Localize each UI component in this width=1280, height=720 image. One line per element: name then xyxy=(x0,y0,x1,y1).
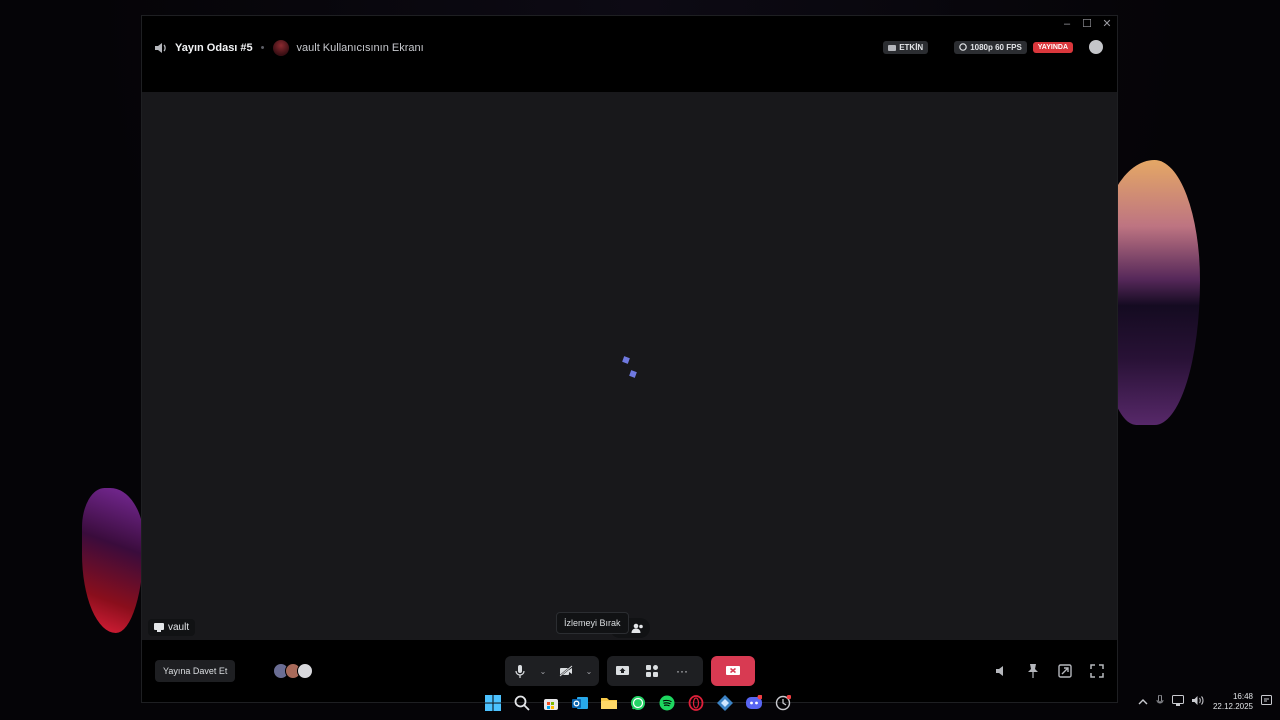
microphone-icon xyxy=(515,664,525,678)
chevron-down-icon[interactable]: ⌄ xyxy=(581,656,597,686)
streamer-name: vault xyxy=(168,622,190,633)
quality-badge-label: 1080p 60 FPS xyxy=(970,42,1022,52)
clock-date: 22.12.2025 xyxy=(1212,702,1253,711)
fullscreen-icon[interactable] xyxy=(1087,656,1107,686)
chat-icon[interactable] xyxy=(1089,40,1103,54)
breadcrumb: Yayın Odası #5 • vault Kullanıcısının Ek… xyxy=(154,40,424,56)
viewer-avatars[interactable] xyxy=(273,663,313,679)
stream-stage: vault xyxy=(142,92,1117,642)
titlebar: – ☐ ✕ Yayın Odası #5 • vault Kullanıcısı… xyxy=(142,16,1117,92)
volume-icon[interactable] xyxy=(991,656,1011,686)
camera-button[interactable] xyxy=(551,656,581,686)
screen-share-icon xyxy=(154,623,164,632)
wallpaper-shape-left xyxy=(82,488,144,633)
view-controls xyxy=(991,656,1107,686)
more-options-button[interactable]: ··· xyxy=(667,656,697,686)
screen-title: vault Kullanıcısının Ekranı xyxy=(296,42,424,54)
loading-indicator-dot xyxy=(629,370,637,378)
activity-badge[interactable]: ETKİN xyxy=(883,40,929,54)
share-screen-button[interactable] xyxy=(607,656,637,686)
stream-window: – ☐ ✕ Yayın Odası #5 • vault Kullanıcısı… xyxy=(141,15,1118,703)
clock[interactable]: 16:48 22.12.2025 xyxy=(1213,692,1253,712)
volume-tray-icon[interactable] xyxy=(1191,695,1205,709)
stop-watching-tooltip: İzlemeyi Bırak xyxy=(556,612,629,634)
media-controls: ⌄ ⌄ xyxy=(505,656,599,686)
opera-gx-icon[interactable] xyxy=(686,693,706,713)
share-screen-icon xyxy=(615,665,629,675)
chevron-down-icon[interactable]: ⌄ xyxy=(535,656,551,686)
invite-button[interactable]: Yayına Davet Et xyxy=(155,660,236,682)
activity-icon xyxy=(888,44,897,51)
whatsapp-icon[interactable] xyxy=(628,693,648,713)
clock-app-icon[interactable] xyxy=(773,693,793,713)
viewer-avatar xyxy=(297,663,313,679)
file-explorer-icon[interactable] xyxy=(599,693,619,713)
microphone-tray-icon[interactable] xyxy=(1156,694,1164,710)
quality-badge: 1080p 60 FPS xyxy=(954,40,1027,54)
store-icon[interactable] xyxy=(541,693,561,713)
outlook-icon[interactable] xyxy=(570,693,590,713)
maximize-icon[interactable]: ☐ xyxy=(1081,18,1093,30)
stage-speaker-icon xyxy=(155,43,166,53)
taskbar xyxy=(483,693,793,713)
activities-icon xyxy=(646,665,658,677)
system-tray: 16:48 22.12.2025 xyxy=(1138,692,1272,712)
activities-button[interactable] xyxy=(637,656,667,686)
network-icon[interactable] xyxy=(1171,695,1184,709)
streamer-name-tag: vault xyxy=(148,619,196,636)
minimize-icon[interactable]: – xyxy=(1061,18,1073,30)
loading-indicator-dot xyxy=(622,356,630,364)
popout-icon[interactable] xyxy=(1055,656,1075,686)
desktop: – ☐ ✕ Yayın Odası #5 • vault Kullanıcısı… xyxy=(0,0,1280,720)
spotify-icon[interactable] xyxy=(657,693,677,713)
stream-status: ETKİN 1080p 60 FPS YAYINDA xyxy=(883,40,1103,54)
breadcrumb-separator: • xyxy=(260,42,265,54)
close-icon[interactable]: ✕ xyxy=(1101,18,1113,30)
stop-watching-icon xyxy=(726,665,740,675)
clock-time: 16:48 xyxy=(1232,692,1253,701)
quality-icon xyxy=(959,43,967,51)
room-name[interactable]: Yayın Odası #5 xyxy=(175,42,253,54)
people-icon xyxy=(631,623,643,633)
windows-start-icon[interactable] xyxy=(483,693,503,713)
streamer-avatar xyxy=(272,40,289,56)
app-icon[interactable] xyxy=(715,693,735,713)
activity-controls: ··· xyxy=(607,656,703,686)
camera-off-icon xyxy=(559,665,573,677)
window-controls: – ☐ ✕ xyxy=(1061,18,1113,30)
search-icon[interactable] xyxy=(512,693,532,713)
stop-watching-button[interactable] xyxy=(711,656,755,686)
activity-badge-label: ETKİN xyxy=(899,42,924,52)
microphone-button[interactable] xyxy=(505,656,535,686)
discord-icon[interactable] xyxy=(744,693,764,713)
pin-icon[interactable] xyxy=(1023,656,1043,686)
chevron-up-icon[interactable] xyxy=(1138,697,1148,708)
live-badge: YAYINDA xyxy=(1032,41,1073,53)
notifications-icon[interactable] xyxy=(1261,694,1272,710)
